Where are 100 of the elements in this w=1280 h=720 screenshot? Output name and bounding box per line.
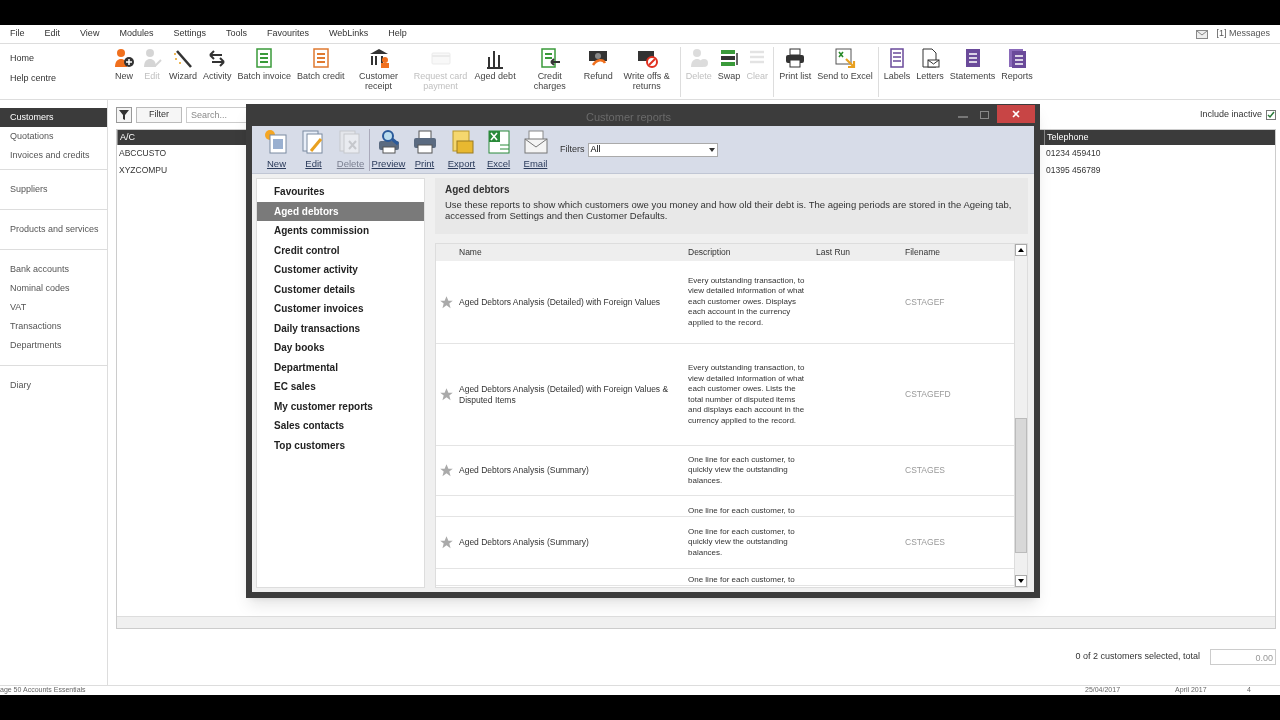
filter-icon[interactable] (116, 106, 132, 123)
messages-link[interactable]: [1] Messages (1216, 27, 1270, 41)
toolbar-button[interactable]: Swap (714, 47, 744, 81)
toolbar-button[interactable]: Labels (880, 47, 914, 81)
column-header[interactable]: Name (459, 247, 482, 258)
toolbar-button[interactable]: Activity (200, 47, 235, 81)
report-description: One line for each customer, to (688, 505, 796, 516)
star-icon[interactable] (439, 535, 454, 550)
nav-item[interactable]: Quotations (0, 127, 107, 146)
category-item[interactable]: Favourites (257, 182, 424, 202)
toolbar-button[interactable]: Batch credit (294, 47, 348, 81)
nav-item[interactable]: Invoices and credits (0, 146, 107, 165)
documents-icon (1006, 47, 1029, 69)
toolbar-button[interactable]: Refund (580, 47, 616, 81)
filters-dropdown[interactable]: All (587, 142, 718, 157)
star-icon[interactable] (439, 463, 454, 478)
report-name[interactable]: Aged Debtors Analysis (Detailed) with Foreign Values & Disputed Items (459, 384, 681, 405)
filter-button[interactable]: Filter (136, 106, 182, 123)
report-name[interactable]: Aged Debtors Analysis (Summary) (459, 465, 681, 476)
toolbar-button[interactable]: Send to Excel (814, 47, 876, 81)
category-item[interactable]: Customer details (257, 279, 424, 299)
nav-item[interactable]: Transactions (0, 317, 107, 336)
menu-item[interactable]: WebLinks (319, 27, 379, 41)
category-item[interactable]: EC sales (257, 377, 424, 397)
printer-icon (411, 128, 438, 155)
category-item[interactable]: Sales contacts (257, 416, 424, 436)
horizontal-scrollbar[interactable] (117, 616, 1275, 628)
table-cell: XYZCOMPU (119, 165, 168, 176)
menu-item[interactable]: File (10, 27, 35, 41)
scroll-down-icon[interactable] (1015, 575, 1027, 587)
category-item[interactable]: Credit control (257, 240, 424, 260)
maximize-icon[interactable] (980, 111, 989, 119)
person-pencil-icon (141, 47, 163, 69)
column-header[interactable]: Filename (905, 247, 940, 258)
toolbar-button[interactable]: Batch invoice (234, 47, 295, 81)
category-item[interactable]: Departmental (257, 357, 424, 377)
nav-item[interactable]: VAT (0, 298, 107, 317)
toolbar-button[interactable]: Print (406, 128, 443, 171)
menu-item[interactable]: Modules (109, 27, 164, 41)
toolbar-button[interactable]: Letters (913, 47, 947, 81)
menu-item[interactable]: View (70, 27, 110, 41)
printer-icon (784, 47, 807, 69)
category-item[interactable]: Day books (257, 338, 424, 358)
mail-icon[interactable] (1196, 29, 1209, 39)
scroll-up-icon[interactable] (1015, 244, 1027, 256)
report-name[interactable]: Aged Debtors Analysis (Summary) (459, 537, 681, 548)
toolbar-button[interactable]: Export (443, 128, 480, 171)
toolbar-button[interactable]: Email (517, 128, 554, 171)
nav-item[interactable]: Nominal codes (0, 279, 107, 298)
report-description: One line for each customer, to quickly view the outstanding balances. (688, 454, 796, 487)
category-item[interactable]: Daily transactions (257, 318, 424, 338)
toolbar-button[interactable]: Customer receipt (347, 47, 410, 91)
menu-item[interactable]: Tools (215, 27, 257, 41)
filters-label: Filters (560, 142, 585, 156)
toolbar-button[interactable]: Write offs & returns (615, 47, 678, 91)
toolbar-button[interactable]: Preview (369, 128, 406, 171)
category-item[interactable]: Aged debtors (257, 201, 424, 221)
letter-envelope-icon (919, 47, 942, 69)
menu-item[interactable]: Edit (34, 27, 71, 41)
nav-item[interactable]: Diary (0, 376, 107, 395)
star-icon[interactable] (439, 387, 454, 402)
column-header[interactable]: A/C (120, 132, 135, 142)
toolbar-button[interactable]: Edit (295, 128, 332, 171)
category-item[interactable]: Customer activity (257, 260, 424, 280)
report-description: One line for each customer, to (688, 574, 796, 585)
toolbar-button[interactable]: New (110, 47, 138, 81)
nav-item[interactable]: Suppliers (0, 180, 107, 199)
toolbar-button[interactable]: Aged debt (471, 47, 519, 81)
close-button[interactable] (997, 104, 1035, 123)
toolbar-button[interactable]: Wizard (166, 47, 200, 81)
menu-item[interactable]: Settings (163, 27, 216, 41)
report-filename: CSTAGEFD (905, 389, 951, 400)
toolbar-button[interactable]: Excel (480, 128, 517, 171)
star-icon[interactable] (439, 294, 454, 310)
category-item[interactable]: Agents commission (257, 221, 424, 241)
quick-link[interactable]: Help centre (10, 71, 108, 85)
spreadsheet-arrow-icon (834, 47, 856, 69)
dropdown-arrow-icon (708, 147, 715, 152)
quick-link[interactable]: Home (10, 52, 108, 66)
nav-item[interactable]: Departments (0, 336, 107, 355)
scrollbar-thumb[interactable] (1015, 418, 1027, 553)
category-item[interactable]: Top customers (257, 435, 424, 455)
column-header[interactable]: Telephone (1047, 132, 1089, 142)
column-header[interactable]: Description (688, 247, 731, 258)
toolbar-button[interactable]: Reports (998, 47, 1036, 81)
nav-item[interactable]: Products and services (0, 220, 107, 239)
report-filename: CSTAGES (905, 465, 945, 476)
toolbar-button[interactable]: Print list (776, 47, 815, 81)
report-description: One line for each customer, to quickly view the outstanding balances. (688, 526, 796, 559)
toolbar-button[interactable]: New (258, 128, 295, 171)
category-item[interactable]: My customer reports (257, 396, 424, 416)
toolbar-button[interactable]: Credit charges (518, 47, 581, 91)
category-item[interactable]: Customer invoices (257, 299, 424, 319)
nav-item[interactable]: Bank accounts (0, 260, 107, 279)
toolbar-button[interactable]: Statements (946, 47, 999, 81)
menu-item[interactable]: Help (378, 27, 417, 41)
menu-item[interactable]: Favourites (256, 27, 319, 41)
report-name[interactable]: Aged Debtors Analysis (Detailed) with Foreign Values (459, 296, 681, 308)
nav-item[interactable]: Customers (0, 108, 107, 127)
column-header[interactable]: Last Run (816, 247, 851, 258)
